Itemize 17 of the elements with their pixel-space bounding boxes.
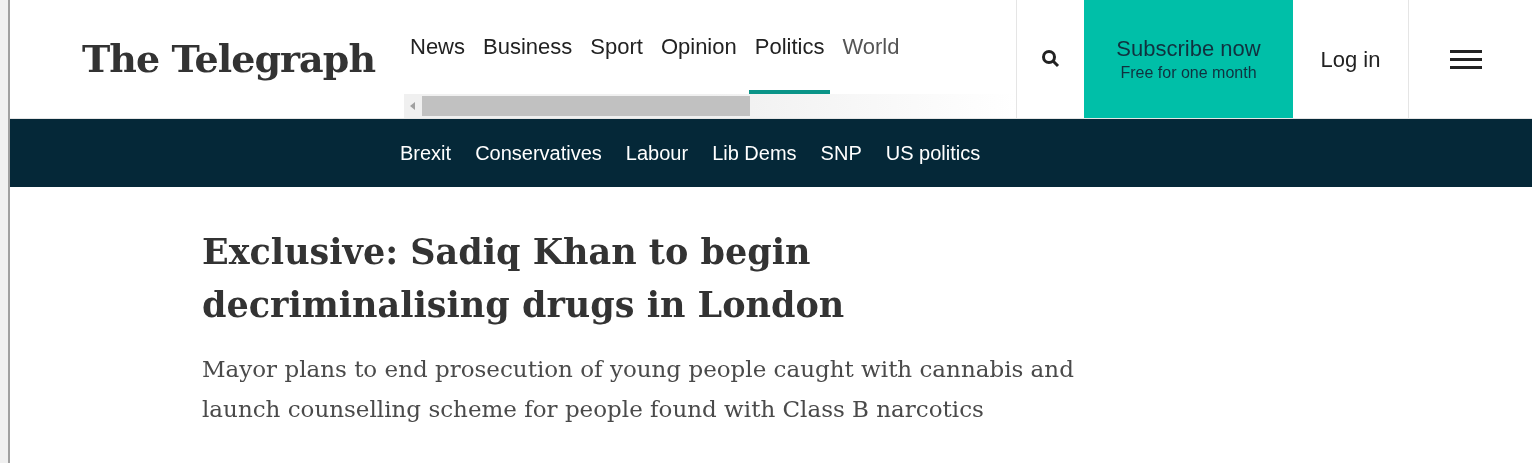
subscribe-button[interactable]: Subscribe now Free for one month — [1084, 0, 1293, 118]
subnav-link[interactable]: Conservatives — [471, 138, 606, 168]
subnav-link[interactable]: US politics — [881, 138, 985, 168]
login-button[interactable]: Log in — [1293, 0, 1408, 118]
subnav-link[interactable]: SNP — [816, 138, 866, 168]
subnav-link[interactable]: Brexit — [396, 138, 456, 168]
nav-link[interactable]: Opinion — [654, 0, 743, 94]
nav-link[interactable]: Business — [477, 0, 579, 94]
nav-link[interactable]: Sport — [584, 0, 649, 94]
headline: Exclusive: Sadiq Khan to begin decriminalising drugs in London — [202, 230, 846, 327]
nav-link[interactable]: World — [836, 0, 906, 94]
standfirst: Mayor plans to end prosecution of young people caught with cannabis and launch counselling scheme for people found with Class B narcotics — [202, 355, 1075, 424]
subnav-link[interactable]: Labour — [621, 138, 693, 168]
nav-link[interactable]: News — [404, 0, 471, 94]
scroll-left-icon[interactable] — [408, 101, 418, 111]
subnav-link[interactable]: Lib Dems — [708, 138, 801, 168]
search-icon — [1040, 49, 1061, 69]
